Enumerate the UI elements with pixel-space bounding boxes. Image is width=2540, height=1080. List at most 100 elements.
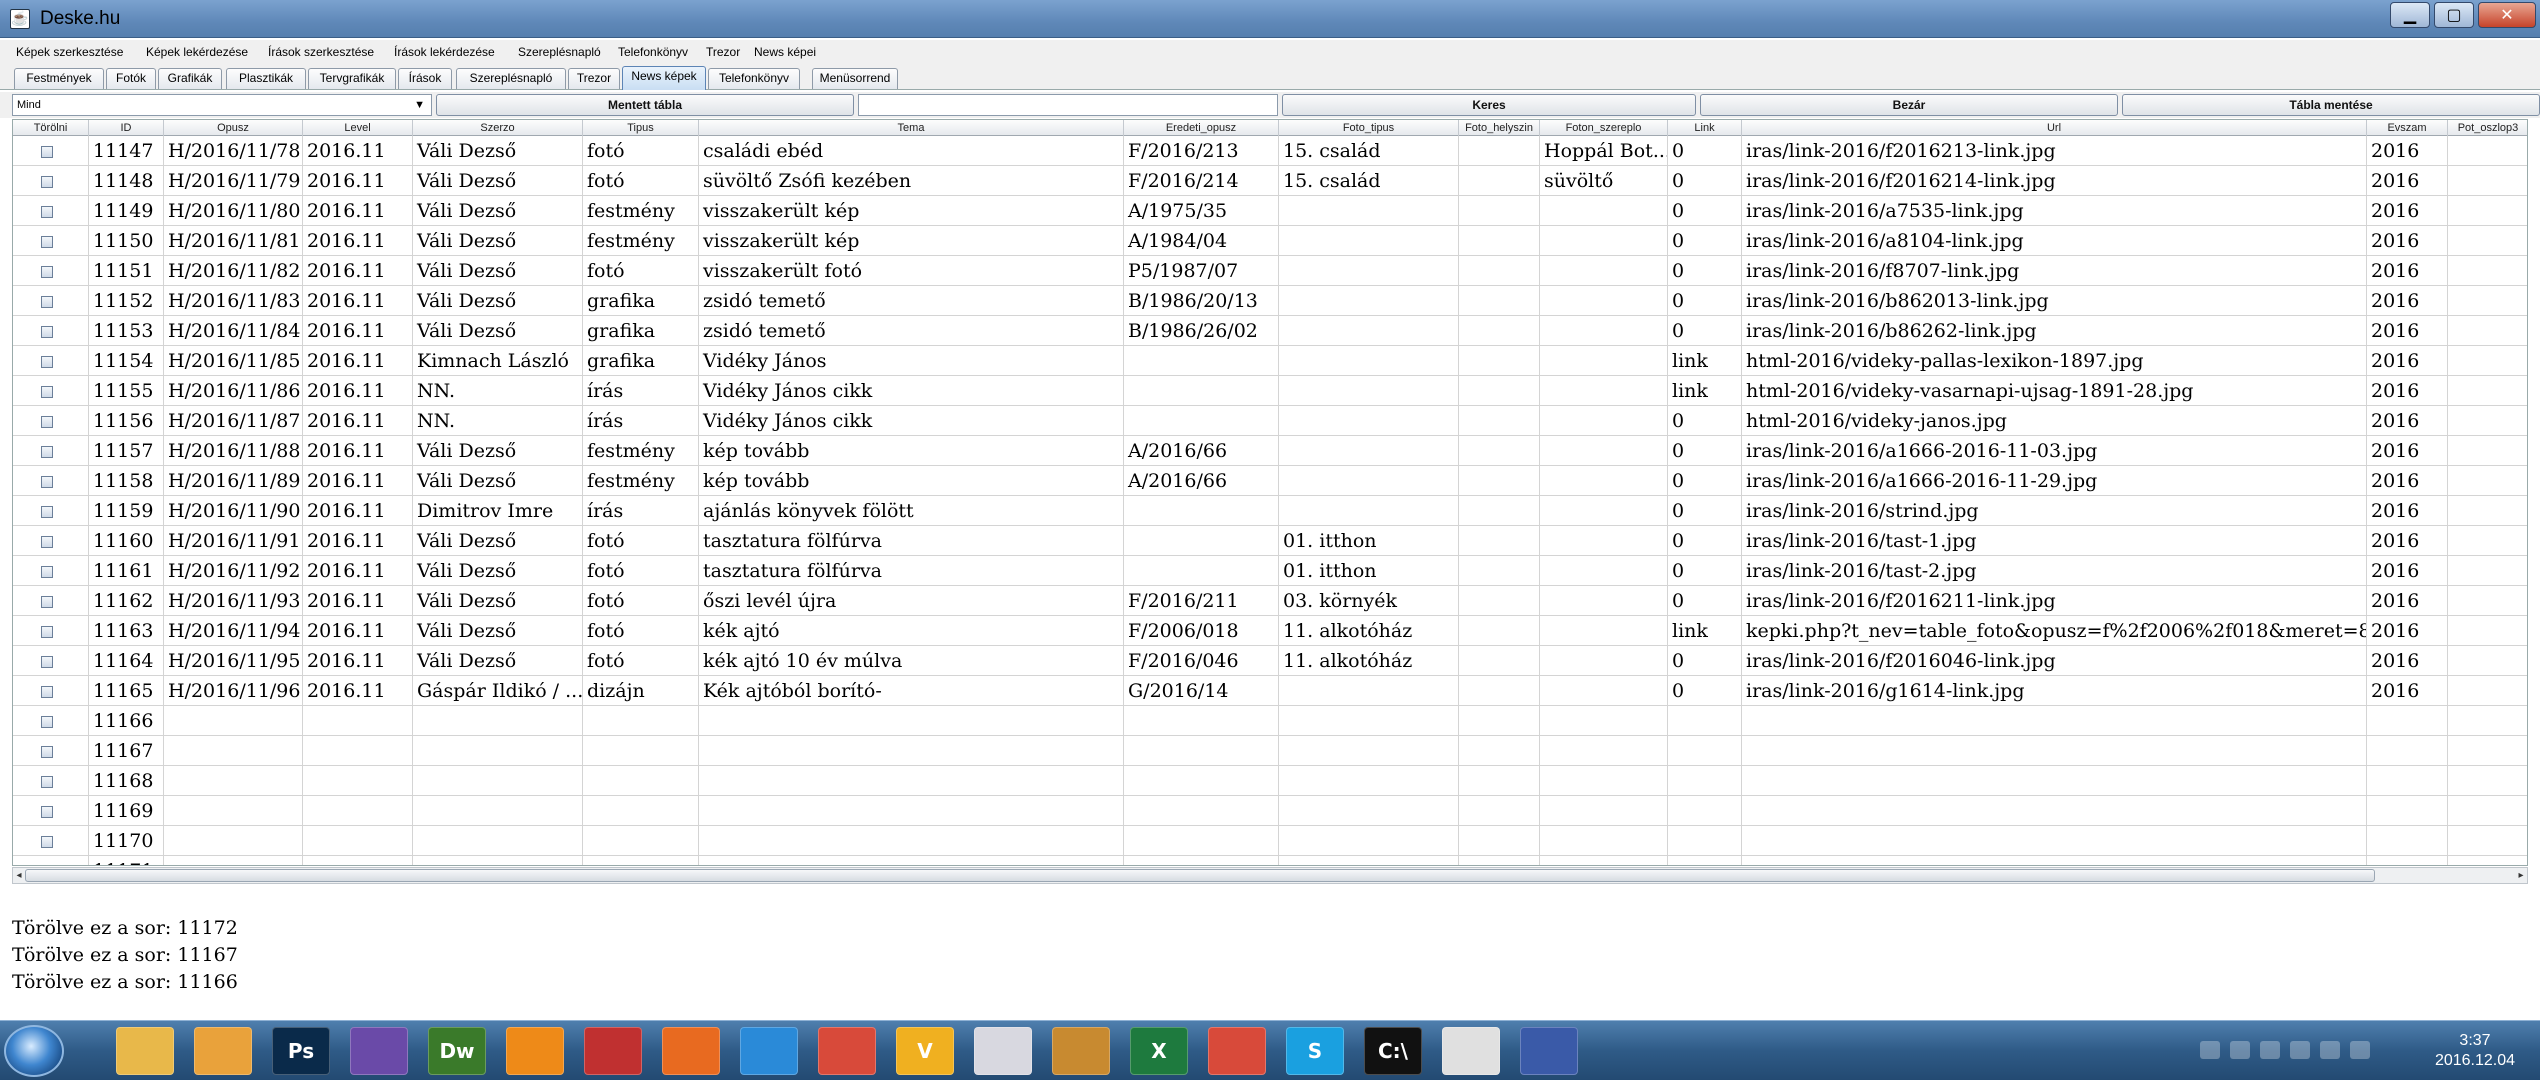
cell-id[interactable]: 11163 xyxy=(89,616,164,646)
cell-evszam[interactable]: 2016 xyxy=(2367,616,2448,646)
cell-evszam[interactable]: 2016 xyxy=(2367,196,2448,226)
cell-foton_szereplo[interactable] xyxy=(1540,736,1668,766)
cell-foto_helyszin[interactable] xyxy=(1459,736,1540,766)
cell-eredeti_opusz[interactable]: A/2016/66 xyxy=(1124,466,1279,496)
delete-checkbox-cell[interactable] xyxy=(13,556,89,586)
column-header[interactable]: ID xyxy=(89,120,164,136)
column-header[interactable]: Foto_helyszin xyxy=(1459,120,1540,136)
cell-link[interactable]: 0 xyxy=(1668,226,1742,256)
cell-tipus[interactable]: festmény xyxy=(583,196,699,226)
cell-tema[interactable]: kép tovább xyxy=(699,436,1124,466)
table-row[interactable]: 11147 H/2016/11/78 2016.11 Váli Dezső fotó cs… xyxy=(13,136,2527,166)
cell-foto_tipus[interactable] xyxy=(1279,436,1459,466)
cell-link[interactable]: link xyxy=(1668,616,1742,646)
cell-szerzo[interactable]: NN. xyxy=(413,376,583,406)
tab-írások[interactable]: Írások xyxy=(398,68,452,89)
delete-checkbox-cell[interactable] xyxy=(13,586,89,616)
cell-url[interactable]: iras/link-2016/f2016214-link.jpg xyxy=(1742,166,2367,196)
cell-level[interactable]: 2016.11 xyxy=(303,286,413,316)
cell-tipus[interactable]: festmény xyxy=(583,436,699,466)
cell-opusz[interactable]: H/2016/11/78 xyxy=(164,136,303,166)
cell-url[interactable] xyxy=(1742,826,2367,856)
cell-evszam[interactable]: 2016 xyxy=(2367,676,2448,706)
cell-foto_tipus[interactable]: 01. itthon xyxy=(1279,526,1459,556)
table-row[interactable]: 11161 H/2016/11/92 2016.11 Váli Dezső fotó ta… xyxy=(13,556,2527,586)
cell-link[interactable] xyxy=(1668,706,1742,736)
table-row[interactable]: 11162 H/2016/11/93 2016.11 Váli Dezső fotó ős… xyxy=(13,586,2527,616)
cell-foto_tipus[interactable]: 15. család xyxy=(1279,136,1459,166)
cell-id[interactable]: 11149 xyxy=(89,196,164,226)
tab-news-képek[interactable]: News képek xyxy=(622,66,706,90)
cell-pot_oszlop3[interactable] xyxy=(2448,166,2527,196)
cell-tipus[interactable]: írás xyxy=(583,406,699,436)
cell-foto_helyszin[interactable] xyxy=(1459,256,1540,286)
cell-level[interactable]: 2016.11 xyxy=(303,616,413,646)
delete-checkbox[interactable] xyxy=(41,236,53,248)
cell-url[interactable]: iras/link-2016/f8707-link.jpg xyxy=(1742,256,2367,286)
cell-foton_szereplo[interactable] xyxy=(1540,406,1668,436)
cell-pot_oszlop3[interactable] xyxy=(2448,136,2527,166)
cell-url[interactable] xyxy=(1742,856,2367,865)
vectornator-icon[interactable]: V xyxy=(896,1027,954,1075)
table-row[interactable]: 11151 H/2016/11/82 2016.11 Váli Dezső fotó vi… xyxy=(13,256,2527,286)
cell-tipus[interactable]: grafika xyxy=(583,316,699,346)
cell-evszam[interactable] xyxy=(2367,826,2448,856)
cell-eredeti_opusz[interactable] xyxy=(1124,346,1279,376)
table-row[interactable]: 11168 xyxy=(13,766,2527,796)
delete-checkbox-cell[interactable] xyxy=(13,436,89,466)
cell-link[interactable]: 0 xyxy=(1668,436,1742,466)
cell-id[interactable]: 11164 xyxy=(89,646,164,676)
skype-icon[interactable]: S xyxy=(1286,1027,1344,1075)
delete-checkbox-cell[interactable] xyxy=(13,286,89,316)
cell-link[interactable]: 0 xyxy=(1668,556,1742,586)
delete-checkbox-cell[interactable] xyxy=(13,706,89,736)
delete-checkbox-cell[interactable] xyxy=(13,136,89,166)
cell-tipus[interactable]: fotó xyxy=(583,256,699,286)
cell-foto_tipus[interactable] xyxy=(1279,496,1459,526)
cell-url[interactable]: iras/link-2016/f2016046-link.jpg xyxy=(1742,646,2367,676)
cell-foto_tipus[interactable] xyxy=(1279,196,1459,226)
cell-level[interactable]: 2016.11 xyxy=(303,586,413,616)
outlook-icon[interactable] xyxy=(194,1027,252,1075)
cell-foto_helyszin[interactable] xyxy=(1459,346,1540,376)
tab-telefonkönyv[interactable]: Telefonkönyv xyxy=(708,68,800,89)
cell-tipus[interactable]: dizájn xyxy=(583,676,699,706)
java-icon[interactable] xyxy=(1442,1027,1500,1075)
cell-opusz[interactable] xyxy=(164,706,303,736)
menu-item[interactable]: Telefonkönyv xyxy=(618,45,688,59)
cell-opusz[interactable] xyxy=(164,796,303,826)
delete-checkbox[interactable] xyxy=(41,626,53,638)
cell-eredeti_opusz[interactable] xyxy=(1124,376,1279,406)
cell-evszam[interactable]: 2016 xyxy=(2367,286,2448,316)
cell-tema[interactable]: süvöltő Zsófi kezében xyxy=(699,166,1124,196)
flag-icon[interactable] xyxy=(2260,1041,2280,1059)
column-header[interactable]: Törölni xyxy=(13,120,89,136)
menu-item[interactable]: Képek lekérdezése xyxy=(146,45,248,59)
cell-link[interactable]: 0 xyxy=(1668,316,1742,346)
cell-tema[interactable]: visszakerült fotó xyxy=(699,256,1124,286)
photoshop-icon[interactable]: Ps xyxy=(272,1027,330,1075)
cell-id[interactable]: 11165 xyxy=(89,676,164,706)
cell-pot_oszlop3[interactable] xyxy=(2448,796,2527,826)
cell-pot_oszlop3[interactable] xyxy=(2448,256,2527,286)
cell-evszam[interactable]: 2016 xyxy=(2367,346,2448,376)
cell-tipus[interactable] xyxy=(583,796,699,826)
delete-checkbox-cell[interactable] xyxy=(13,256,89,286)
cell-foto_tipus[interactable] xyxy=(1279,826,1459,856)
cell-foton_szereplo[interactable] xyxy=(1540,616,1668,646)
volume-icon[interactable] xyxy=(2350,1041,2370,1059)
cell-tipus[interactable]: fotó xyxy=(583,586,699,616)
delete-checkbox[interactable] xyxy=(41,566,53,578)
cell-link[interactable]: 0 xyxy=(1668,526,1742,556)
cell-foton_szereplo[interactable] xyxy=(1540,526,1668,556)
table-row[interactable]: 11155 H/2016/11/86 2016.11 NN. írás Vidéky Já… xyxy=(13,376,2527,406)
cell-foto_helyszin[interactable] xyxy=(1459,586,1540,616)
cell-level[interactable]: 2016.11 xyxy=(303,436,413,466)
cell-url[interactable]: iras/link-2016/a1666-2016-11-29.jpg xyxy=(1742,466,2367,496)
cell-foto_tipus[interactable] xyxy=(1279,286,1459,316)
cell-level[interactable] xyxy=(303,856,413,865)
cell-level[interactable]: 2016.11 xyxy=(303,136,413,166)
cell-pot_oszlop3[interactable] xyxy=(2448,826,2527,856)
cell-foton_szereplo[interactable]: Hoppál Bot... xyxy=(1540,136,1668,166)
cell-tema[interactable]: családi ebéd xyxy=(699,136,1124,166)
